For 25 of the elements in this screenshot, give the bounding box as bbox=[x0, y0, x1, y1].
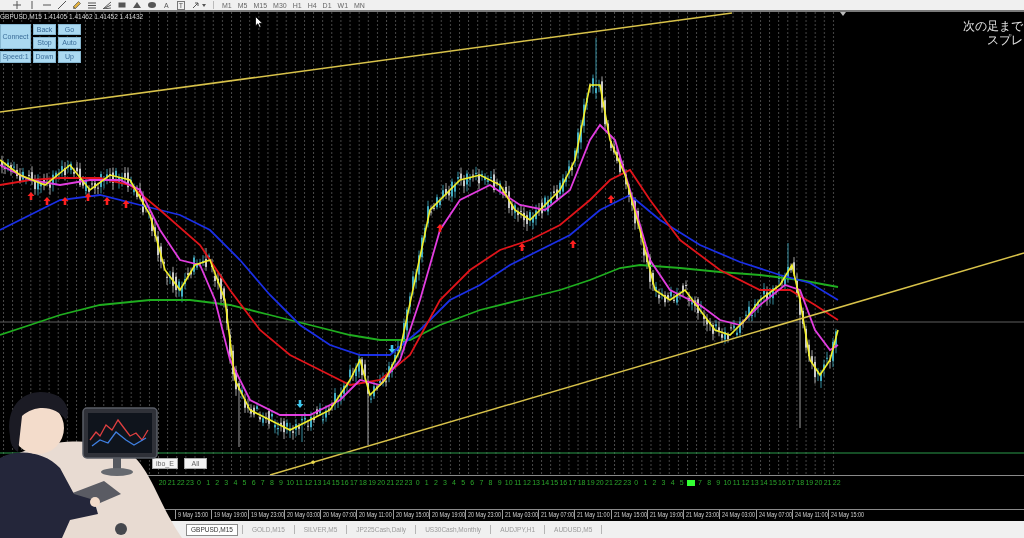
rectangle-icon[interactable] bbox=[118, 1, 126, 9]
anchor-point-icon bbox=[311, 460, 315, 465]
down-arrow-icon bbox=[388, 345, 396, 353]
up-arrow-icon bbox=[436, 224, 444, 232]
up-arrow-icon bbox=[103, 197, 111, 205]
up-arrow-icon bbox=[84, 193, 92, 201]
triangle-icon[interactable] bbox=[133, 1, 141, 9]
up-arrow-icon bbox=[569, 240, 577, 248]
info-text: スプレ bbox=[987, 33, 1023, 47]
crosshair-icon[interactable] bbox=[13, 1, 21, 9]
up-arrow-icon bbox=[122, 200, 130, 208]
ellipse-icon[interactable] bbox=[148, 1, 156, 9]
arrow-icon[interactable] bbox=[191, 1, 200, 9]
fan-lines-icon[interactable] bbox=[103, 1, 111, 9]
mouse-pointer-icon bbox=[255, 16, 263, 28]
pencil-icon[interactable] bbox=[73, 1, 81, 9]
down-arrow-icon bbox=[296, 400, 304, 408]
caret-icon[interactable] bbox=[201, 3, 206, 7]
up-arrow-icon bbox=[518, 243, 526, 251]
hour-marker-icon bbox=[686, 480, 695, 486]
up-arrow-icon bbox=[607, 195, 615, 203]
up-arrow-icon bbox=[61, 197, 69, 205]
trend-line-icon[interactable] bbox=[58, 1, 66, 9]
parallel-lines-icon[interactable] bbox=[88, 1, 96, 9]
info-text: 次の足まで bbox=[963, 19, 1023, 33]
